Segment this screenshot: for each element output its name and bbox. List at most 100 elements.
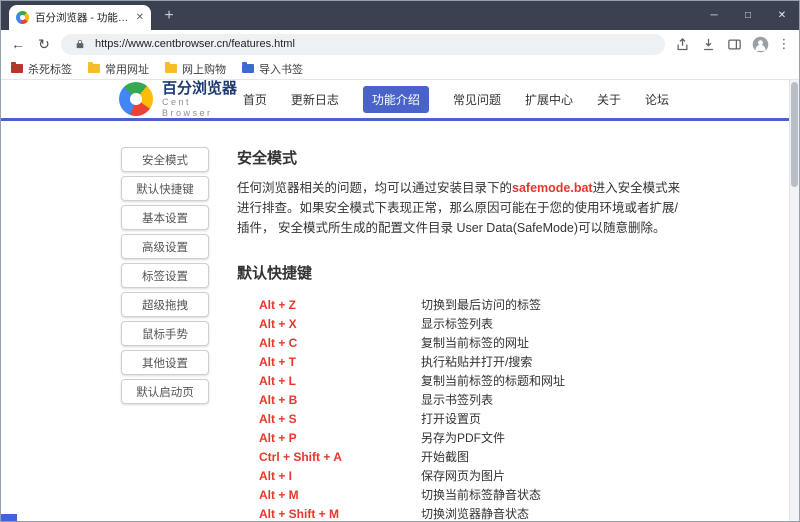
shortcut-row: Alt + T执行粘贴并打开/搜索	[237, 352, 697, 371]
minimize-button[interactable]: ─	[697, 1, 731, 30]
shortcut-key: Ctrl + Shift + A	[259, 450, 421, 464]
sidebar-item-other-settings[interactable]: 其他设置	[121, 350, 209, 375]
bookmark-shopping[interactable]: 网上购物	[165, 61, 226, 77]
page-scrollbar[interactable]	[789, 80, 799, 521]
shortcut-row: Alt + P另存为PDF文件	[237, 428, 697, 447]
shortcut-key: Alt + P	[259, 431, 421, 445]
side-panel-icon[interactable]	[725, 35, 743, 53]
shortcut-desc: 复制当前标签的标题和网址	[421, 372, 565, 389]
window-controls: ─ □ ✕	[697, 1, 799, 30]
shortcut-key: Alt + X	[259, 317, 421, 331]
shortcut-key: Alt + B	[259, 393, 421, 407]
shortcut-key: Alt + S	[259, 412, 421, 426]
new-tab-button[interactable]: +	[157, 4, 181, 28]
nav-item-about[interactable]: 关于	[597, 91, 621, 108]
close-window-button[interactable]: ✕	[765, 1, 799, 30]
safe-mode-title: 安全模式	[237, 147, 697, 168]
brand-name: 百分浏览器	[162, 80, 243, 97]
sidebar-item-basic-settings[interactable]: 基本设置	[121, 205, 209, 230]
sidebar-item-mouse-gesture[interactable]: 鼠标手势	[121, 321, 209, 346]
bookmark-icon	[11, 64, 23, 73]
shortcut-row: Alt + S打开设置页	[237, 409, 697, 428]
cent-logo-icon[interactable]	[119, 82, 153, 116]
shortcut-key: Alt + M	[259, 488, 421, 502]
shortcut-key: Alt + Shift + M	[259, 507, 421, 521]
import-icon	[242, 64, 254, 73]
shortcut-row: Alt + C复制当前标签的网址	[237, 333, 697, 352]
browser-toolbar: ← ↻ https://www.centbrowser.cn/features.…	[1, 30, 799, 58]
browser-window: 百分浏览器 - 功能介绍 ✕ + ─ □ ✕ ← ↻ https://www.c…	[0, 0, 800, 522]
shortcut-desc: 切换当前标签静音状态	[421, 486, 541, 503]
bookmark-common-sites[interactable]: 常用网址	[88, 61, 149, 77]
shortcut-desc: 切换浏览器静音状态	[421, 505, 529, 521]
back-icon[interactable]: ←	[9, 37, 27, 51]
shortcut-desc: 复制当前标签的网址	[421, 334, 529, 351]
shortcut-desc: 执行粘贴并打开/搜索	[421, 353, 532, 370]
share-icon[interactable]	[673, 35, 691, 53]
bookmark-import[interactable]: 导入书签	[242, 61, 303, 77]
tab-close-icon[interactable]: ✕	[136, 12, 144, 23]
shortcut-row: Alt + Shift + M切换浏览器静音状态	[237, 504, 697, 521]
safemode-bat-text: safemode.bat	[512, 181, 593, 195]
page-content: 安全模式 默认快捷键 基本设置 高级设置 标签设置 超级拖拽 鼠标手势 其他设置…	[1, 121, 799, 521]
shortcut-key: Alt + C	[259, 336, 421, 350]
bookmarks-bar: 杀死标签 常用网址 网上购物 导入书签	[1, 58, 799, 80]
site-nav: 首页 更新日志 功能介绍 常见问题 扩展中心 关于 论坛	[243, 86, 669, 113]
folder-icon	[165, 64, 177, 73]
nav-item-features[interactable]: 功能介绍	[363, 86, 429, 113]
menu-icon[interactable]: ⋮	[777, 36, 791, 52]
nav-item-home[interactable]: 首页	[243, 91, 267, 108]
web-page: 百分浏览器 Cent Browser 首页 更新日志 功能介绍 常见问题 扩展中…	[1, 80, 799, 521]
sidebar-item-advanced-settings[interactable]: 高级设置	[121, 234, 209, 259]
shortcut-desc: 切换到最后访问的标签	[421, 296, 541, 313]
nav-item-faq[interactable]: 常见问题	[453, 91, 501, 108]
nav-item-extensions[interactable]: 扩展中心	[525, 91, 573, 108]
shortcut-row: Alt + I保存网页为图片	[237, 466, 697, 485]
shortcuts-title: 默认快捷键	[237, 262, 697, 283]
sidebar-item-shortcuts[interactable]: 默认快捷键	[121, 176, 209, 201]
bookmark-label: 网上购物	[182, 61, 226, 77]
bookmark-label: 杀死标签	[28, 61, 72, 77]
sidebar-item-tab-settings[interactable]: 标签设置	[121, 263, 209, 288]
shortcut-desc: 打开设置页	[421, 410, 481, 427]
sidebar-item-super-drag[interactable]: 超级拖拽	[121, 292, 209, 317]
maximize-button[interactable]: □	[731, 1, 765, 30]
address-bar[interactable]: https://www.centbrowser.cn/features.html	[61, 34, 665, 55]
scrollbar-thumb[interactable]	[791, 82, 798, 187]
browser-tab[interactable]: 百分浏览器 - 功能介绍 ✕	[9, 5, 151, 30]
tab-title: 百分浏览器 - 功能介绍	[35, 10, 130, 25]
safe-mode-paragraph: 任何浏览器相关的问题，均可以通过安装目录下的safemode.bat进入安全模式…	[237, 178, 689, 238]
sidebar-item-safe-mode[interactable]: 安全模式	[121, 147, 209, 172]
download-icon[interactable]	[699, 35, 717, 53]
profile-avatar[interactable]	[751, 35, 769, 53]
status-bubble	[1, 514, 17, 521]
cent-favicon-icon	[16, 11, 29, 24]
lock-icon	[71, 35, 89, 53]
sidebar-item-startup-page[interactable]: 默认启动页	[121, 379, 209, 404]
shortcut-row: Alt + L复制当前标签的标题和网址	[237, 371, 697, 390]
shortcut-row: Alt + B显示书签列表	[237, 390, 697, 409]
site-header: 百分浏览器 Cent Browser 首页 更新日志 功能介绍 常见问题 扩展中…	[1, 80, 799, 121]
shortcut-desc: 开始截图	[421, 448, 469, 465]
shortcut-desc: 另存为PDF文件	[421, 429, 505, 446]
bookmark-kill-tabs[interactable]: 杀死标签	[11, 61, 72, 77]
brand-subtitle: Cent Browser	[162, 97, 243, 119]
bookmark-label: 导入书签	[259, 61, 303, 77]
shortcut-key: Alt + Z	[259, 298, 421, 312]
shortcut-row: Ctrl + Shift + A开始截图	[237, 447, 697, 466]
nav-item-forum[interactable]: 论坛	[645, 91, 669, 108]
shortcut-desc: 显示书签列表	[421, 391, 493, 408]
shortcut-desc: 显示标签列表	[421, 315, 493, 332]
nav-item-changelog[interactable]: 更新日志	[291, 91, 339, 108]
shortcut-row: Alt + Z切换到最后访问的标签	[237, 295, 697, 314]
url-text: https://www.centbrowser.cn/features.html	[95, 38, 295, 50]
bookmark-label: 常用网址	[105, 61, 149, 77]
feature-main: 安全模式 任何浏览器相关的问题，均可以通过安装目录下的safemode.bat进…	[237, 147, 697, 521]
folder-icon	[88, 64, 100, 73]
shortcut-row: Alt + M切换当前标签静音状态	[237, 485, 697, 504]
shortcut-desc: 保存网页为图片	[421, 467, 505, 484]
shortcut-key: Alt + T	[259, 355, 421, 369]
feature-sidebar: 安全模式 默认快捷键 基本设置 高级设置 标签设置 超级拖拽 鼠标手势 其他设置…	[121, 147, 209, 521]
tab-strip: 百分浏览器 - 功能介绍 ✕ + ─ □ ✕	[1, 1, 799, 30]
reload-icon[interactable]: ↻	[35, 37, 53, 51]
